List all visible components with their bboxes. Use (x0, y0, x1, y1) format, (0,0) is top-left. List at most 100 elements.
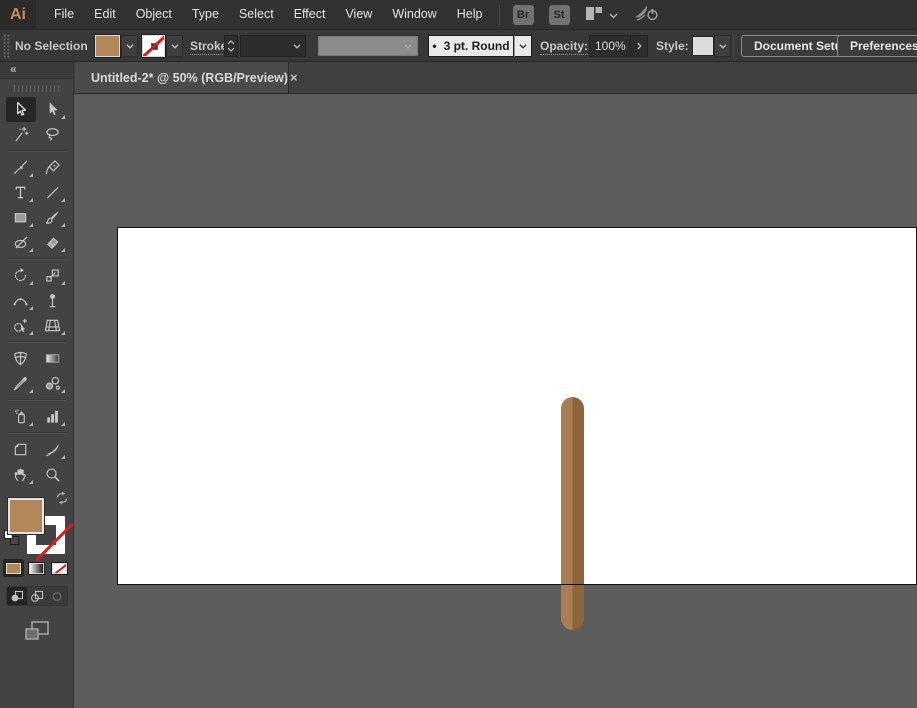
blend-tool-icon[interactable] (38, 371, 68, 396)
rectangle-tool-icon[interactable] (6, 205, 36, 230)
tool-group-divider (8, 150, 66, 152)
artboard-tool-icon[interactable] (6, 437, 36, 462)
menu-bar: Ai File Edit Object Type Select Effect V… (0, 0, 917, 30)
fill-proxy-swatch[interactable] (8, 498, 44, 534)
none-slash-icon (52, 563, 67, 574)
direct-selection-tool-icon[interactable] (38, 97, 68, 122)
color-button[interactable] (3, 559, 24, 577)
fill-color-dropdown[interactable] (121, 35, 138, 57)
control-bar: No Selection Stroke: • 3 pt. Round Opaci… (0, 30, 917, 62)
drawing-mode-buttons (6, 586, 68, 606)
stroke-color-dropdown[interactable] (166, 35, 183, 57)
none-button[interactable] (49, 559, 70, 577)
draw-behind-button[interactable] (27, 587, 47, 605)
menu-select[interactable]: Select (229, 0, 284, 29)
controlbar-divider (733, 34, 734, 58)
brush-definition-chevron[interactable] (514, 35, 532, 57)
popsicle-stick-shape[interactable] (561, 397, 584, 630)
menu-edit[interactable]: Edit (84, 0, 126, 29)
canvas-area[interactable] (74, 94, 917, 708)
slice-tool-icon[interactable] (38, 437, 68, 462)
shape-builder-tool-icon[interactable] (6, 313, 36, 338)
puppet-warp-tool-icon[interactable] (38, 288, 68, 313)
menu-effect[interactable]: Effect (284, 0, 336, 29)
document-tab-bar: Untitled-2* @ 50% (RGB/Preview) × (74, 62, 917, 94)
menu-window[interactable]: Window (382, 0, 446, 29)
app-logo: Ai (0, 0, 36, 30)
graphic-style-swatch[interactable] (692, 36, 714, 56)
selection-tool-icon[interactable] (6, 97, 36, 122)
column-graph-tool-icon[interactable] (38, 404, 68, 429)
variable-width-profile-dropdown-disabled (318, 36, 418, 56)
brush-definition-dropdown[interactable]: • 3 pt. Round (428, 35, 514, 57)
opacity-slider-arrow[interactable] (631, 35, 648, 57)
stroke-weight-combobox[interactable] (240, 35, 306, 57)
collapse-panel-icon[interactable]: « (10, 62, 16, 76)
hand-tool-icon[interactable] (6, 462, 36, 487)
shaper-tool-icon[interactable] (6, 230, 36, 255)
type-tool-icon[interactable] (6, 180, 36, 205)
bridge-button[interactable]: Br (513, 5, 534, 25)
pen-tool-icon[interactable] (6, 155, 36, 180)
artboard-bottom-edge (117, 584, 917, 585)
scale-tool-icon[interactable] (38, 263, 68, 288)
stroke-weight-stepper[interactable] (224, 35, 238, 57)
style-label: Style: (656, 39, 689, 53)
change-screen-mode-icon[interactable] (24, 620, 50, 644)
tools-grid (6, 97, 68, 487)
paintbrush-tool-icon[interactable] (38, 205, 68, 230)
selection-status: No Selection (15, 39, 88, 53)
artboard (117, 227, 917, 585)
perspective-grid-tool-icon[interactable] (38, 313, 68, 338)
gradient-tool-icon[interactable] (38, 346, 68, 371)
tool-group-divider (8, 399, 66, 401)
eraser-tool-icon[interactable] (38, 230, 68, 255)
line-segment-tool-icon[interactable] (38, 180, 68, 205)
tools-panel: « (0, 62, 74, 708)
controlbar-grip-handle[interactable] (3, 34, 10, 58)
tools-panel-grip[interactable] (14, 85, 60, 92)
menu-type[interactable]: Type (182, 0, 229, 29)
none-slash-icon (142, 35, 165, 57)
draw-normal-button[interactable] (7, 587, 27, 605)
stock-button[interactable]: St (549, 5, 570, 25)
brush-preview-dot: • (432, 39, 436, 53)
opacity-label[interactable]: Opacity: (540, 39, 588, 55)
tool-group-divider (8, 341, 66, 343)
brush-definition-value: 3 pt. Round (444, 39, 510, 53)
menu-view[interactable]: View (335, 0, 382, 29)
zoom-tool-icon[interactable] (38, 462, 68, 487)
tool-group-divider (8, 432, 66, 434)
mesh-tool-icon[interactable] (6, 346, 36, 371)
fill-stroke-proxy (3, 490, 71, 554)
tool-group-divider (8, 258, 66, 260)
width-tool-icon[interactable] (6, 288, 36, 313)
document-tab[interactable]: Untitled-2* @ 50% (RGB/Preview) × (75, 62, 289, 93)
curvature-tool-icon[interactable] (38, 155, 68, 180)
graphic-style-dropdown[interactable] (714, 35, 731, 57)
rotate-tool-icon[interactable] (6, 263, 36, 288)
menu-object[interactable]: Object (126, 0, 182, 29)
chevron-down-icon (609, 8, 618, 22)
main-menu: File Edit Object Type Select Effect View… (44, 0, 493, 29)
opacity-value: 100% (595, 39, 626, 53)
stroke-color-swatch[interactable] (142, 35, 165, 57)
lasso-tool-icon[interactable] (38, 122, 68, 147)
gpu-performance-icon[interactable] (633, 4, 659, 25)
swap-fill-stroke-icon[interactable] (54, 490, 70, 509)
workspace-layout-icon (585, 6, 603, 24)
magic-wand-tool-icon[interactable] (6, 122, 36, 147)
eyedropper-tool-icon[interactable] (6, 371, 36, 396)
menubar-divider (499, 5, 500, 25)
document-tab-title: Untitled-2* @ 50% (RGB/Preview) (91, 71, 288, 85)
opacity-field[interactable]: 100% (589, 35, 631, 57)
tools-panel-header: « (0, 62, 73, 79)
workspace-switcher[interactable] (585, 6, 618, 24)
menu-file[interactable]: File (44, 0, 84, 29)
tab-close-icon[interactable]: × (288, 69, 300, 86)
fill-color-swatch[interactable] (95, 35, 120, 57)
draw-inside-button[interactable] (47, 587, 67, 605)
menu-help[interactable]: Help (447, 0, 493, 29)
symbol-sprayer-tool-icon[interactable] (6, 404, 36, 429)
preferences-button[interactable]: Preferences (837, 35, 917, 57)
